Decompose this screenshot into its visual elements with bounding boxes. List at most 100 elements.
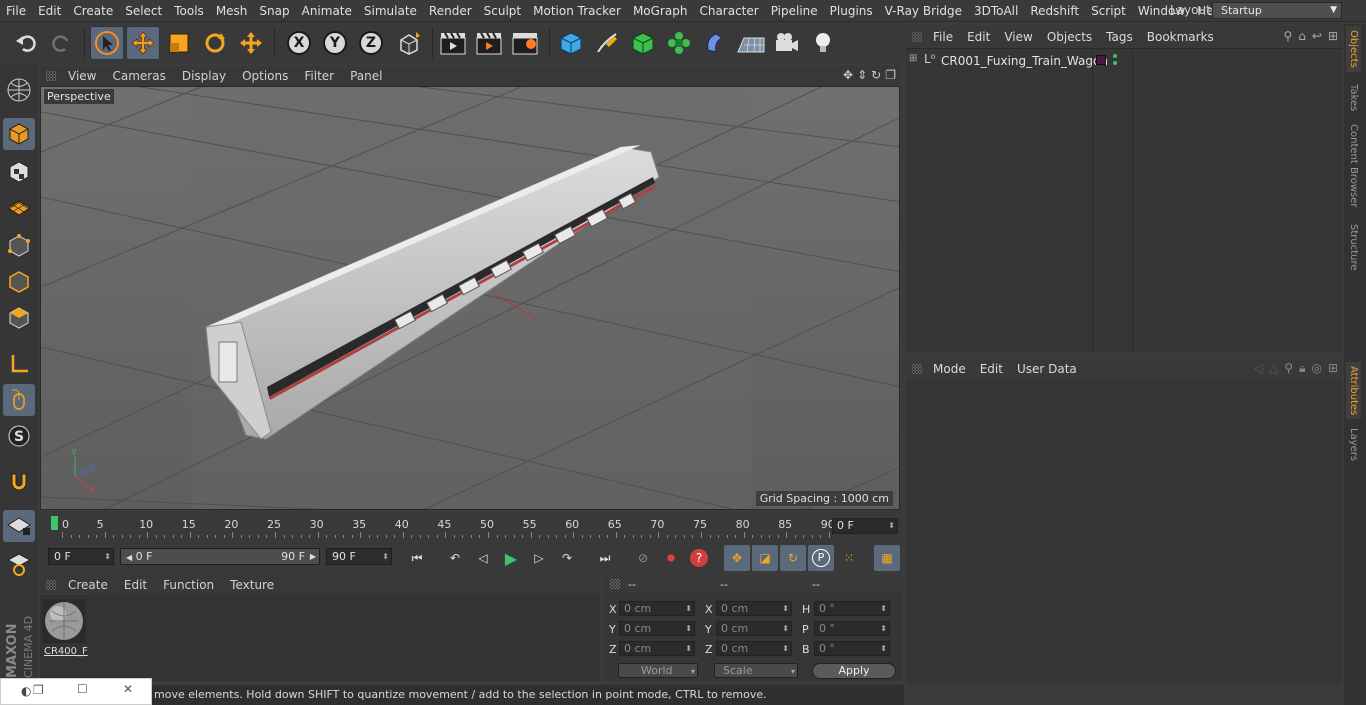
- viewport-menu-panel[interactable]: Panel: [342, 69, 390, 83]
- spinner-icon[interactable]: ⬍: [685, 602, 692, 615]
- back-arrow-icon[interactable]: ◁: [1254, 361, 1263, 376]
- object-menu-view[interactable]: View: [997, 30, 1039, 44]
- object-menu-tags[interactable]: Tags: [1099, 30, 1140, 44]
- previous-key-button[interactable]: ↶: [442, 545, 468, 571]
- range-right-arrow-icon[interactable]: ▶: [310, 549, 316, 564]
- menu-simulate[interactable]: Simulate: [358, 4, 423, 18]
- rot-h-field[interactable]: 0 ° ⬍: [814, 601, 890, 616]
- render-view-button[interactable]: [436, 26, 470, 60]
- enable-axis-button[interactable]: [3, 348, 35, 380]
- home-icon[interactable]: ⌂: [1298, 29, 1306, 43]
- spinner-icon[interactable]: ⬍: [880, 602, 887, 615]
- pos-y-field[interactable]: 0 cm ⬍: [619, 621, 695, 636]
- camera-label[interactable]: Perspective: [44, 89, 114, 104]
- x-axis-lock-button[interactable]: X: [282, 26, 316, 60]
- apply-button[interactable]: Apply: [812, 663, 896, 679]
- render-settings-button[interactable]: [508, 26, 542, 60]
- pos-z-field[interactable]: 0 cm ⬍: [619, 641, 695, 656]
- search-icon[interactable]: ⚲: [1284, 361, 1293, 376]
- play-button[interactable]: ▶: [498, 545, 524, 571]
- pos-x-field[interactable]: 0 cm ⬍: [619, 601, 695, 616]
- world-select[interactable]: World ▾: [618, 663, 698, 678]
- up-arrow-icon[interactable]: △: [1269, 361, 1278, 376]
- viewport-menu-view[interactable]: View: [60, 69, 104, 83]
- spinner-icon[interactable]: ⬍: [782, 602, 789, 615]
- menu-character[interactable]: Character: [693, 4, 764, 18]
- menu-redshift[interactable]: Redshift: [1024, 4, 1085, 18]
- go-to-end-button[interactable]: ⏭: [592, 545, 618, 571]
- viewport-menu-display[interactable]: Display: [174, 69, 234, 83]
- rotate-tool-button[interactable]: [198, 26, 232, 60]
- menu-snap[interactable]: Snap: [253, 4, 295, 18]
- object-menu-objects[interactable]: Objects: [1040, 30, 1099, 44]
- material-menu-function[interactable]: Function: [155, 578, 222, 592]
- record-active-objects-button[interactable]: ⏺: [658, 545, 684, 571]
- size-x-field[interactable]: 0 cm ⬍: [716, 601, 792, 616]
- add-cube-button[interactable]: [554, 26, 588, 60]
- object-menu-file[interactable]: File: [926, 30, 960, 44]
- add-cloner-button[interactable]: [662, 26, 696, 60]
- add-deformer-button[interactable]: [698, 26, 732, 60]
- back-icon[interactable]: ↩: [1312, 29, 1322, 43]
- current-frame-field[interactable]: 0 F ⬍: [832, 518, 898, 534]
- coordinate-system-button[interactable]: [392, 26, 426, 60]
- timeline-ruler[interactable]: 0 5 10 15 20 25 30 35 40 45 50 55 60 65 70 75 80 85 90 0 F…: [40, 512, 902, 542]
- rot-p-field[interactable]: 0 ° ⬍: [814, 621, 890, 636]
- record-disabled-button[interactable]: ⊘: [630, 545, 656, 571]
- add-light-button[interactable]: [806, 26, 840, 60]
- next-frame-button[interactable]: ▷: [526, 545, 552, 571]
- scale-tool-button[interactable]: [162, 26, 196, 60]
- spinner-icon[interactable]: ⬍: [888, 519, 895, 533]
- previous-frame-button[interactable]: ◁: [470, 545, 496, 571]
- panel-grip-icon[interactable]: [912, 364, 922, 374]
- snapping-button[interactable]: [3, 466, 35, 498]
- layer-color-swatch[interactable]: [1096, 55, 1106, 65]
- tab-structure[interactable]: Structure: [1346, 220, 1361, 275]
- playhead-marker[interactable]: [51, 516, 58, 530]
- scale-select[interactable]: Scale ▾: [714, 663, 798, 678]
- key-position-button[interactable]: ✥: [724, 545, 750, 571]
- attribute-menu-mode[interactable]: Mode: [926, 362, 973, 376]
- tab-attributes[interactable]: Attributes: [1346, 362, 1361, 420]
- lock-icon[interactable]: 🔒︎: [1299, 361, 1305, 376]
- rot-b-field[interactable]: 0 ° ⬍: [814, 641, 890, 656]
- move-tool-button[interactable]: [126, 26, 160, 60]
- menu-create[interactable]: Create: [67, 4, 119, 18]
- texture-mode-button[interactable]: [3, 156, 35, 188]
- autokeying-button[interactable]: ?: [686, 545, 712, 571]
- z-axis-lock-button[interactable]: Z: [354, 26, 388, 60]
- menu-motion-tracker[interactable]: Motion Tracker: [527, 4, 627, 18]
- start-frame-field[interactable]: 0 F ⬍: [48, 548, 114, 565]
- maximize-view-icon[interactable]: ❐: [885, 68, 896, 82]
- panel-grip-icon[interactable]: [610, 579, 620, 589]
- redo-button[interactable]: [45, 26, 79, 60]
- end-frame-field[interactable]: 90 F ⬍: [326, 548, 392, 565]
- render-to-picture-viewer-button[interactable]: [472, 26, 506, 60]
- range-left-arrow-icon[interactable]: ◀: [126, 553, 132, 562]
- menu-mesh[interactable]: Mesh: [210, 4, 254, 18]
- solo-button[interactable]: S: [3, 420, 35, 452]
- spinner-icon[interactable]: ⬍: [782, 642, 789, 655]
- workplane-mode-button[interactable]: [3, 192, 35, 224]
- spinner-icon[interactable]: ⬍: [685, 622, 692, 635]
- go-to-start-button[interactable]: ⏮: [404, 545, 430, 571]
- workplane-lock-button[interactable]: [3, 510, 35, 542]
- menu-pipeline[interactable]: Pipeline: [765, 4, 824, 18]
- menu-render[interactable]: Render: [423, 4, 478, 18]
- add-subdivision-button[interactable]: [626, 26, 660, 60]
- pan-view-icon[interactable]: ✥: [843, 68, 853, 82]
- panel-grip-icon[interactable]: [912, 32, 922, 42]
- render-visibility-dot[interactable]: [1113, 61, 1117, 65]
- edges-mode-button[interactable]: [3, 266, 35, 298]
- menu-sculpt[interactable]: Sculpt: [478, 4, 527, 18]
- live-selection-button[interactable]: [90, 26, 124, 60]
- add-floor-button[interactable]: [734, 26, 768, 60]
- frame-range-slider[interactable]: ◀ 0 F 90 F ▶: [120, 548, 320, 565]
- spinner-icon[interactable]: ⬍: [382, 549, 389, 564]
- menu-mograph[interactable]: MoGraph: [627, 4, 694, 18]
- size-z-field[interactable]: 0 cm ⬍: [716, 641, 792, 656]
- menu-edit[interactable]: Edit: [32, 4, 67, 18]
- tab-layers[interactable]: Layers: [1346, 424, 1361, 465]
- tab-content-browser[interactable]: Content Browser: [1346, 120, 1361, 211]
- expand-plus-icon[interactable]: ⊞: [909, 53, 917, 64]
